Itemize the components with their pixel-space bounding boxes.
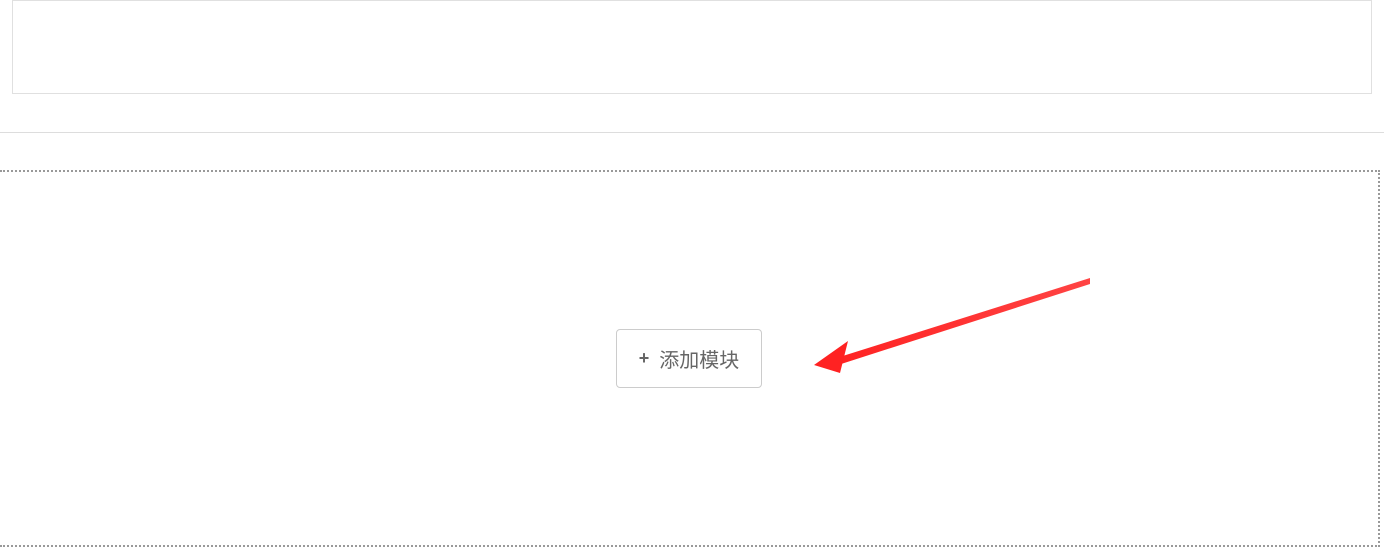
add-module-button[interactable]: + 添加模块 <box>616 329 763 388</box>
add-module-label: 添加模块 <box>659 344 739 373</box>
plus-icon: + <box>639 348 650 369</box>
top-content-panel <box>12 0 1372 94</box>
section-divider <box>0 132 1384 133</box>
add-module-dropzone: + 添加模块 <box>0 170 1380 547</box>
